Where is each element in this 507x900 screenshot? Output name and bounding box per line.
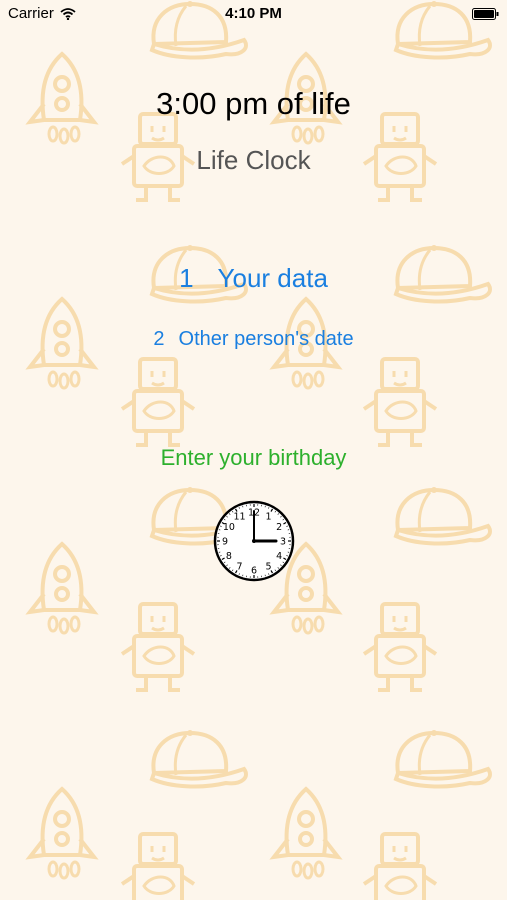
clock-numeral: 5	[265, 562, 271, 573]
clock-numeral: 1	[265, 511, 271, 522]
clock-numeral: 3	[280, 537, 286, 548]
clock-numeral: 6	[251, 566, 257, 577]
other-person-date-button[interactable]: 2 Other person's date	[0, 328, 507, 351]
clock-numeral: 8	[226, 551, 232, 562]
status-time: 4:10 PM	[225, 5, 282, 22]
clock-icon[interactable]: 121234567891011	[213, 500, 295, 582]
life-time-headline: 3:00 pm of life	[156, 86, 351, 121]
status-bar: Carrier 4:10 PM	[0, 0, 507, 28]
clock-numeral: 9	[222, 537, 228, 548]
clock-numeral: 11	[233, 511, 245, 522]
clock-numeral: 10	[223, 522, 235, 533]
clock-numeral: 2	[276, 522, 282, 533]
your-data-button[interactable]: 1 Your data	[0, 263, 507, 294]
menu-number: 2	[153, 328, 165, 350]
enter-birthday-button[interactable]: Enter your birthday	[0, 445, 507, 471]
menu-label: Other person's date	[178, 328, 354, 350]
clock-numeral: 4	[276, 551, 282, 562]
app-title: Life Clock	[196, 145, 311, 175]
menu-number: 1	[179, 263, 194, 293]
main-screen: 3:00 pm of life Life Clock 1 Your data 2O…	[0, 0, 507, 900]
menu-label: Your data	[217, 263, 328, 293]
battery-icon	[472, 8, 499, 20]
clock-numeral: 7	[236, 562, 242, 573]
